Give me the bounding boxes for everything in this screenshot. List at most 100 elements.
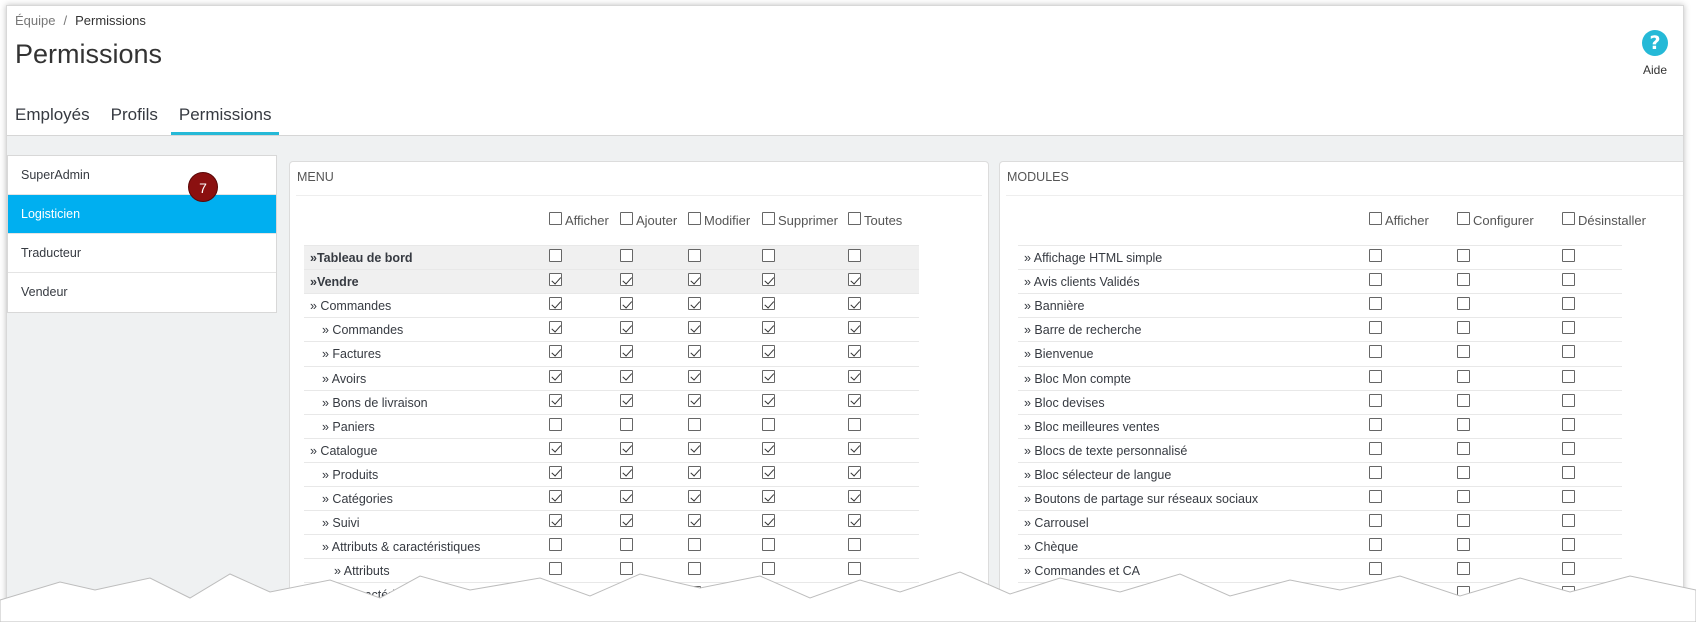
- menu-supprimer-checkbox[interactable]: [762, 441, 775, 455]
- modules-configurer-checkbox[interactable]: [1457, 321, 1470, 335]
- modules-afficher-checkbox[interactable]: [1369, 321, 1382, 335]
- modules-afficher-checkbox[interactable]: [1369, 249, 1382, 262]
- modules-desinstaller-checkbox[interactable]: [1562, 249, 1575, 262]
- menu-supprimer-checkbox[interactable]: [762, 393, 775, 407]
- menu-ajouter-checkbox[interactable]: [620, 297, 633, 311]
- modules-configurer-checkbox[interactable]: [1457, 297, 1470, 311]
- menu-toutes-checkbox[interactable]: [848, 345, 861, 359]
- modules-afficher-checkbox[interactable]: [1369, 369, 1382, 383]
- menu-afficher-checkbox[interactable]: [549, 321, 562, 335]
- menu-modifier-checkbox[interactable]: [688, 321, 701, 335]
- menu-afficher-checkbox[interactable]: [549, 441, 562, 455]
- menu-select-all-supprimer-checkbox[interactable]: [762, 211, 775, 225]
- modules-configurer-checkbox[interactable]: [1457, 273, 1470, 287]
- menu-supprimer-checkbox[interactable]: [762, 465, 775, 479]
- menu-modifier-checkbox[interactable]: [688, 369, 701, 383]
- tab-employes[interactable]: Employés: [15, 105, 98, 135]
- modules-configurer-checkbox[interactable]: [1457, 514, 1470, 528]
- modules-configurer-checkbox[interactable]: [1457, 490, 1470, 503]
- menu-supprimer-checkbox[interactable]: [762, 538, 775, 552]
- menu-toutes-checkbox[interactable]: [848, 514, 861, 528]
- help-button[interactable]: ? Aide: [1635, 30, 1675, 77]
- menu-ajouter-checkbox[interactable]: [620, 538, 633, 552]
- menu-toutes-checkbox[interactable]: [848, 273, 861, 287]
- menu-toutes-checkbox[interactable]: [848, 369, 861, 383]
- profile-item-superadmin[interactable]: SuperAdmin: [8, 156, 276, 195]
- menu-ajouter-checkbox[interactable]: [620, 441, 633, 455]
- menu-afficher-checkbox[interactable]: [549, 490, 562, 503]
- menu-select-all-afficher-checkbox[interactable]: [549, 211, 562, 225]
- modules-desinstaller-checkbox[interactable]: [1562, 538, 1575, 552]
- menu-afficher-checkbox[interactable]: [549, 393, 562, 407]
- menu-select-all-modifier-checkbox[interactable]: [688, 211, 701, 225]
- modules-afficher-checkbox[interactable]: [1369, 345, 1382, 359]
- modules-desinstaller-checkbox[interactable]: [1562, 417, 1575, 431]
- menu-modifier-checkbox[interactable]: [688, 273, 701, 287]
- modules-desinstaller-checkbox[interactable]: [1562, 514, 1575, 528]
- tab-permissions[interactable]: Permissions: [170, 105, 280, 135]
- modules-desinstaller-checkbox[interactable]: [1562, 345, 1575, 359]
- menu-ajouter-checkbox[interactable]: [620, 345, 633, 359]
- menu-afficher-checkbox[interactable]: [549, 369, 562, 383]
- menu-modifier-checkbox[interactable]: [688, 249, 701, 262]
- menu-ajouter-checkbox[interactable]: [620, 369, 633, 383]
- profile-item-logisticien[interactable]: Logisticien: [8, 195, 276, 234]
- menu-ajouter-checkbox[interactable]: [620, 273, 633, 287]
- menu-modifier-checkbox[interactable]: [688, 465, 701, 479]
- modules-select-all-desinstaller-checkbox[interactable]: [1562, 211, 1575, 225]
- modules-select-all-afficher-checkbox[interactable]: [1369, 211, 1382, 225]
- menu-modifier-checkbox[interactable]: [688, 417, 701, 431]
- menu-ajouter-checkbox[interactable]: [620, 514, 633, 528]
- menu-select-all-toutes-checkbox[interactable]: [848, 211, 861, 225]
- menu-supprimer-checkbox[interactable]: [762, 369, 775, 383]
- modules-desinstaller-checkbox[interactable]: [1562, 393, 1575, 407]
- modules-afficher-checkbox[interactable]: [1369, 417, 1382, 431]
- menu-afficher-checkbox[interactable]: [549, 345, 562, 359]
- menu-ajouter-checkbox[interactable]: [620, 249, 633, 262]
- menu-modifier-checkbox[interactable]: [688, 297, 701, 311]
- modules-configurer-checkbox[interactable]: [1457, 538, 1470, 552]
- menu-toutes-checkbox[interactable]: [848, 465, 861, 479]
- menu-supprimer-checkbox[interactable]: [762, 321, 775, 335]
- modules-afficher-checkbox[interactable]: [1369, 393, 1382, 407]
- tab-profils[interactable]: Profils: [103, 105, 166, 135]
- modules-configurer-checkbox[interactable]: [1457, 249, 1470, 262]
- modules-configurer-checkbox[interactable]: [1457, 417, 1470, 431]
- modules-afficher-checkbox[interactable]: [1369, 514, 1382, 528]
- menu-toutes-checkbox[interactable]: [848, 249, 861, 262]
- modules-desinstaller-checkbox[interactable]: [1562, 465, 1575, 479]
- menu-afficher-checkbox[interactable]: [549, 417, 562, 431]
- modules-desinstaller-checkbox[interactable]: [1562, 441, 1575, 455]
- menu-supprimer-checkbox[interactable]: [762, 273, 775, 287]
- menu-toutes-checkbox[interactable]: [848, 538, 861, 552]
- menu-afficher-checkbox[interactable]: [549, 465, 562, 479]
- modules-select-all-configurer-checkbox[interactable]: [1457, 211, 1470, 225]
- modules-configurer-checkbox[interactable]: [1457, 369, 1470, 383]
- menu-ajouter-checkbox[interactable]: [620, 321, 633, 335]
- menu-afficher-checkbox[interactable]: [549, 249, 562, 262]
- menu-supprimer-checkbox[interactable]: [762, 490, 775, 503]
- menu-supprimer-checkbox[interactable]: [762, 417, 775, 431]
- menu-ajouter-checkbox[interactable]: [620, 417, 633, 431]
- menu-supprimer-checkbox[interactable]: [762, 345, 775, 359]
- menu-afficher-checkbox[interactable]: [549, 538, 562, 552]
- modules-desinstaller-checkbox[interactable]: [1562, 369, 1575, 383]
- profile-item-traducteur[interactable]: Traducteur: [8, 234, 276, 273]
- modules-afficher-checkbox[interactable]: [1369, 273, 1382, 287]
- menu-afficher-checkbox[interactable]: [549, 273, 562, 287]
- menu-ajouter-checkbox[interactable]: [620, 393, 633, 407]
- modules-afficher-checkbox[interactable]: [1369, 465, 1382, 479]
- modules-afficher-checkbox[interactable]: [1369, 490, 1382, 503]
- menu-modifier-checkbox[interactable]: [688, 490, 701, 503]
- modules-desinstaller-checkbox[interactable]: [1562, 490, 1575, 503]
- menu-toutes-checkbox[interactable]: [848, 321, 861, 335]
- menu-supprimer-checkbox[interactable]: [762, 514, 775, 528]
- menu-modifier-checkbox[interactable]: [688, 538, 701, 552]
- profile-item-vendeur[interactable]: Vendeur: [8, 273, 276, 312]
- modules-afficher-checkbox[interactable]: [1369, 538, 1382, 552]
- modules-afficher-checkbox[interactable]: [1369, 297, 1382, 311]
- modules-configurer-checkbox[interactable]: [1457, 393, 1470, 407]
- menu-toutes-checkbox[interactable]: [848, 393, 861, 407]
- menu-toutes-checkbox[interactable]: [848, 297, 861, 311]
- menu-toutes-checkbox[interactable]: [848, 441, 861, 455]
